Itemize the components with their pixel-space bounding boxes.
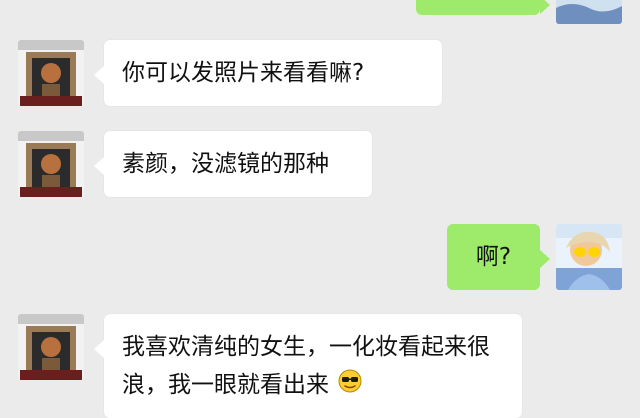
message-text: 啊?: [475, 244, 512, 270]
outgoing-message-bubble-top[interactable]: [416, 0, 550, 15]
message-text: 我喜欢清纯的女生，一化妆看起来很浪，我一眼就看出来: [122, 334, 490, 398]
incoming-message-bubble[interactable]: 你可以发照片来看看嘛?: [94, 40, 442, 106]
avatar-image: [18, 314, 84, 380]
incoming-message-bubble[interactable]: 我喜欢清纯的女生，一化妆看起来很浪，我一眼就看出来: [94, 314, 522, 418]
my-avatar[interactable]: [556, 224, 622, 290]
avatar-image: [18, 40, 84, 106]
contact-avatar[interactable]: [18, 314, 84, 380]
my-avatar-top[interactable]: [556, 0, 622, 24]
contact-avatar[interactable]: [18, 131, 84, 197]
avatar-image: [18, 131, 84, 197]
cool-sunglasses-emoji-icon: [338, 367, 362, 405]
message-text: 素颜，没滤镜的那种: [122, 151, 329, 177]
outgoing-message-bubble[interactable]: 啊?: [447, 224, 550, 290]
avatar-image: [556, 224, 622, 290]
incoming-message-bubble[interactable]: 素颜，没滤镜的那种: [94, 131, 372, 197]
message-text: 你可以发照片来看看嘛?: [122, 60, 365, 86]
avatar-image: [556, 0, 622, 24]
contact-avatar[interactable]: [18, 40, 84, 106]
chat-conversation: 你可以发照片来看看嘛? 素颜，没滤镜的那种 啊? 我喜欢清纯的女生，一化妆看起来…: [0, 0, 640, 418]
